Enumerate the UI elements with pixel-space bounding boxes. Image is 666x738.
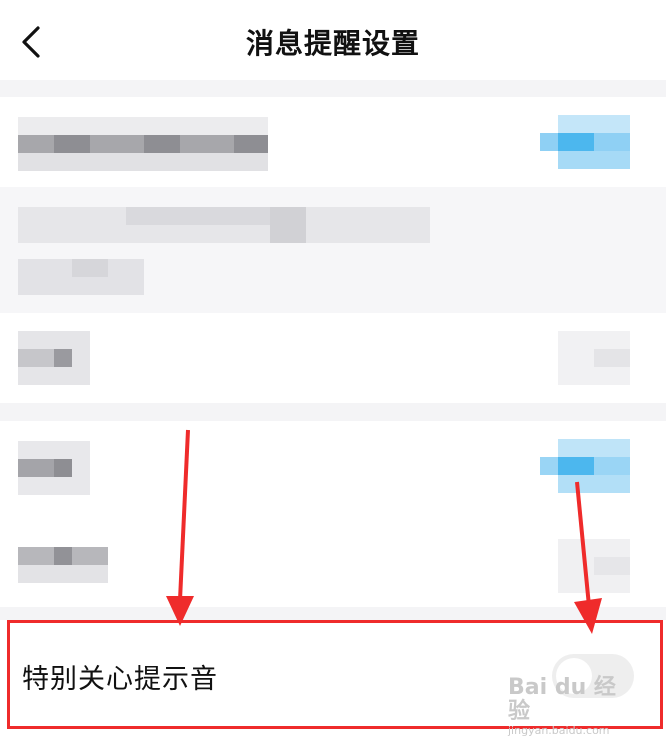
blurred-toggle-off[interactable] xyxy=(558,539,630,593)
setting-row-3[interactable] xyxy=(0,313,666,403)
section-gap xyxy=(0,607,666,620)
special-care-sound-label: 特别关心提示音 xyxy=(22,664,218,695)
blurred-label xyxy=(18,547,108,583)
blurred-toggle-on[interactable] xyxy=(540,439,630,493)
setting-row-1[interactable] xyxy=(0,97,666,187)
baidu-watermark: Bai du 经验 jingyan.baidu.com xyxy=(508,676,628,738)
blurred-toggle-off[interactable] xyxy=(558,331,630,385)
setting-row-5[interactable] xyxy=(0,511,666,607)
page-title: 消息提醒设置 xyxy=(245,27,420,60)
blurred-label xyxy=(18,441,90,495)
setting-description xyxy=(0,187,666,313)
nav-header: 消息提醒设置 xyxy=(0,0,666,80)
blurred-description-line-2 xyxy=(18,259,144,295)
blurred-description-line-1 xyxy=(18,207,430,243)
watermark-url-text: jingyan.baidu.com xyxy=(508,724,610,737)
section-gap xyxy=(0,80,666,97)
watermark-main-text: Bai du 经验 xyxy=(508,675,616,724)
blurred-toggle-on[interactable] xyxy=(540,115,630,169)
section-gap xyxy=(0,403,666,421)
blurred-label xyxy=(18,331,90,385)
setting-row-4[interactable] xyxy=(0,421,666,511)
blurred-label xyxy=(18,117,268,171)
